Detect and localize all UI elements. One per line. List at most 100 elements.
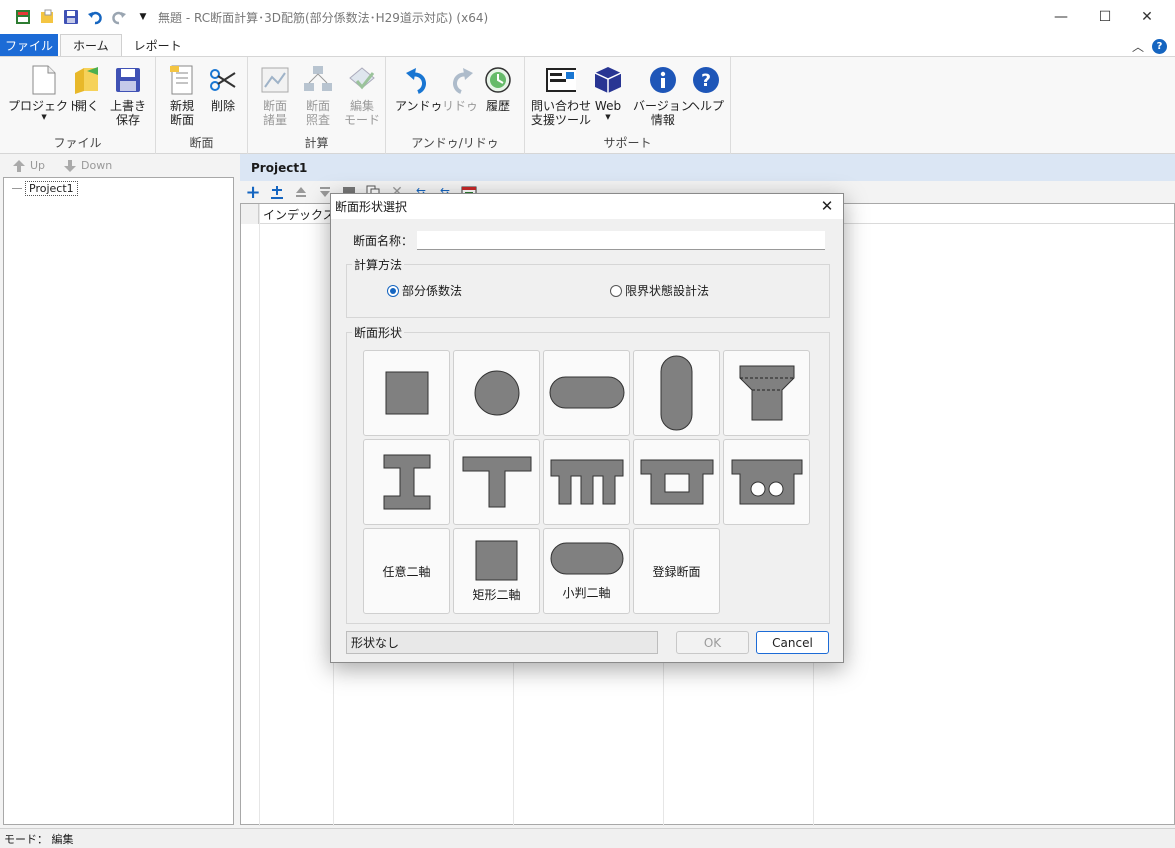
delete-section-button[interactable]: 削除 [208, 65, 238, 113]
dialog-title: 断面形状選択 [331, 194, 843, 219]
help-button[interactable]: ? ヘルプ [688, 65, 724, 113]
close-window-button[interactable]: ✕ [1124, 0, 1170, 34]
network-icon [303, 65, 333, 95]
history-button[interactable]: 履歴 [483, 65, 513, 113]
ribbon-group-section: 新規 断面 削除 断面 [156, 57, 248, 154]
ribbon-right-controls: ︿ ? [1132, 38, 1167, 55]
section-quantities-button[interactable]: 断面 諸量 [260, 65, 290, 127]
dialog-close-button[interactable]: ✕ [817, 196, 837, 216]
shape-registered-button[interactable]: 登録断面 [633, 528, 720, 614]
cancel-button[interactable]: Cancel [756, 631, 829, 654]
save-button[interactable]: 上書き 保存 [110, 65, 146, 127]
edit-mode-button[interactable]: 編集 モード [344, 65, 380, 127]
move-row-up-icon[interactable] [292, 183, 310, 201]
new-section-icon [167, 65, 197, 95]
insert-row-icon[interactable] [268, 183, 286, 201]
group-label-section: 断面 [189, 136, 214, 150]
floppy-icon [113, 65, 143, 95]
shape-status-field: 形状なし [346, 631, 658, 654]
move-down-button[interactable]: Down [63, 159, 112, 173]
grid-column-index[interactable]: インデックス [263, 206, 335, 223]
ribbon-tabs: ファイル ホーム レポート [0, 34, 1175, 56]
shape-oval-vertical-button[interactable] [633, 350, 720, 436]
status-bar: モード： 編集 [0, 828, 1175, 848]
open-project-icon[interactable] [38, 8, 56, 26]
shape-t-beam-button[interactable] [453, 439, 540, 525]
up-arrow-icon [13, 159, 25, 172]
info-icon [648, 65, 678, 95]
shape-arbitrary-biaxial-button[interactable]: 任意二軸 [363, 528, 450, 614]
shape-box-button[interactable] [633, 439, 720, 525]
redo-button[interactable]: リドゥ [442, 65, 478, 113]
shape-hollow-slab-button[interactable] [723, 439, 810, 525]
undo-icon[interactable] [86, 8, 104, 26]
tree-node-project[interactable]: Project1 [12, 181, 78, 196]
edit-mode-icon [347, 65, 377, 95]
project-tree-pane: Up Down Project1 [0, 154, 237, 827]
pi-beam-shape-icon [550, 459, 623, 505]
ribbon-collapse-button[interactable]: ︿ [1132, 38, 1144, 55]
question-icon: ? [691, 65, 721, 95]
project-tree[interactable]: Project1 [3, 177, 234, 825]
ok-button[interactable]: OK [676, 631, 749, 654]
footing-shape-icon [739, 365, 794, 421]
shape-pi-beam-button[interactable] [543, 439, 630, 525]
open-button[interactable]: 開く [72, 65, 102, 113]
group-label-calc: 計算 [304, 136, 329, 150]
chart-sheet-icon [260, 65, 290, 95]
section-check-button[interactable]: 断面 照査 [303, 65, 333, 127]
ribbon-group-calc: 断面 諸量 断面 照査 編集 モード 計算 [248, 57, 386, 154]
redo-icon[interactable] [110, 8, 128, 26]
window-title: 無題 - RC断面計算･3D配筋(部分係数法･H29道示対応) (x64) [158, 10, 489, 25]
dropdown-arrow-icon: ▼ [605, 113, 611, 121]
grid-corner [241, 204, 259, 224]
ribbon-group-file: プロジェクト ▼ 開く 上書き 保存 ファイル [0, 57, 156, 154]
undo-arrow-icon [404, 65, 434, 95]
minimize-button[interactable]: — [1038, 0, 1084, 34]
new-section-button[interactable]: 新規 断面 [167, 65, 197, 127]
tab-file[interactable]: ファイル [0, 34, 58, 56]
document-icon [29, 65, 59, 95]
group-label-support: サポート [603, 136, 652, 150]
shape-footing-button[interactable] [723, 350, 810, 436]
quick-access-toolbar: ▼ [0, 8, 152, 26]
radio-partial-factor[interactable]: 部分係数法 [387, 282, 462, 299]
group-label-undo: アンドゥ/リドゥ [411, 136, 499, 150]
down-arrow-icon [64, 159, 77, 172]
qat-dropdown-icon[interactable]: ▼ [134, 8, 152, 26]
shape-rectangle-button[interactable] [363, 350, 450, 436]
calc-method-label: 計算方法 [352, 256, 405, 273]
help-icon[interactable]: ? [1152, 39, 1167, 54]
section-name-input[interactable] [417, 231, 826, 250]
version-info-button[interactable]: バージョン 情報 [633, 65, 693, 127]
move-up-button[interactable]: Up [12, 159, 45, 173]
contact-support-button[interactable]: 問い合わせ 支援ツール [531, 65, 591, 127]
shape-circle-button[interactable] [453, 350, 540, 436]
undo-button[interactable]: アンドゥ [395, 65, 443, 113]
section-shape-label: 断面形状 [352, 324, 405, 341]
hollow-slab-shape-icon [731, 459, 802, 505]
tab-home[interactable]: ホーム [60, 34, 122, 56]
shape-oval-biaxial-button[interactable]: 小判二軸 [543, 528, 630, 614]
tree-node-label: Project1 [25, 181, 78, 196]
radio-selected-icon [387, 284, 399, 297]
radio-limit-state[interactable]: 限界状態設計法 [610, 282, 709, 299]
title-bar: ▼ 無題 - RC断面計算･3D配筋(部分係数法･H29道示対応) (x64) … [0, 0, 1175, 34]
shape-i-beam-button[interactable] [363, 439, 450, 525]
tab-report[interactable]: レポート [122, 34, 194, 56]
maximize-button[interactable]: ☐ [1082, 0, 1128, 34]
save-icon[interactable] [62, 8, 80, 26]
section-name-label: 断面名称： [353, 234, 414, 248]
circle-shape-icon [474, 370, 519, 416]
oval-biaxial-shape-icon [550, 542, 623, 574]
add-row-icon[interactable]: + [244, 182, 262, 203]
section-shape-dialog: 断面形状選択 ✕ 断面名称： 計算方法 部分係数法 限界状態設計法 断面形状 任… [330, 193, 844, 663]
shape-rectangle-biaxial-button[interactable]: 矩形二軸 [453, 528, 540, 614]
web-cube-icon [593, 65, 623, 95]
project-button[interactable]: プロジェクト ▼ [8, 65, 80, 121]
app-icon[interactable] [14, 8, 32, 26]
project-header: Project1 [240, 154, 1175, 181]
shape-oval-horizontal-button[interactable] [543, 350, 630, 436]
tree-toolbar: Up Down [0, 154, 237, 177]
web-button[interactable]: Web ▼ [593, 65, 623, 121]
